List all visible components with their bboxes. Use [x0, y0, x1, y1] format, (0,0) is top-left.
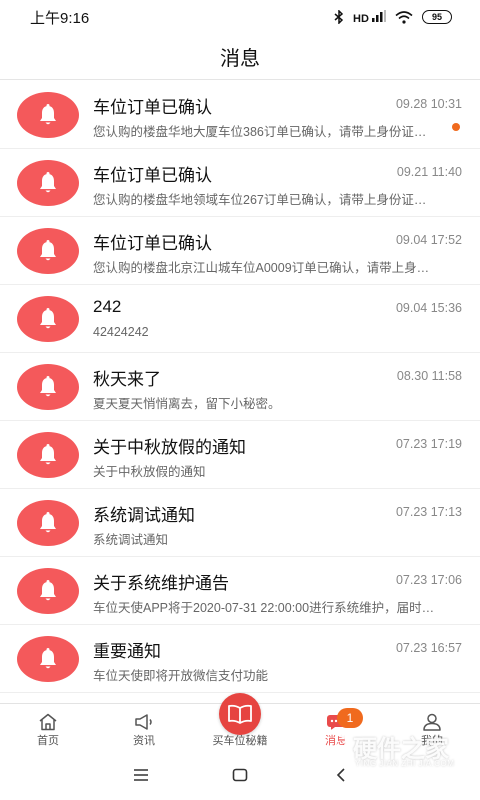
- bell-icon: [17, 432, 79, 478]
- tab-me[interactable]: 我的: [384, 704, 480, 756]
- message-preview: 关于中秋放假的通知: [93, 465, 206, 479]
- bell-icon: [17, 228, 79, 274]
- bell-icon: [17, 364, 79, 410]
- wifi-icon: [395, 10, 413, 24]
- tab-home-label: 首页: [37, 735, 59, 747]
- message-title: 系统调试通知: [93, 506, 195, 525]
- message-item[interactable]: 重要通知 07.23 16:57 车位天使即将开放微信支付功能: [0, 625, 480, 693]
- tab-news[interactable]: 资讯: [96, 704, 192, 756]
- tab-messages[interactable]: 消息: [288, 704, 384, 756]
- message-item[interactable]: 关于中秋放假的通知 07.23 17:19 关于中秋放假的通知: [0, 421, 480, 489]
- message-time: 09.21 11:40: [396, 165, 462, 179]
- unread-dot: [452, 123, 460, 131]
- message-preview: 系统调试通知: [93, 533, 169, 547]
- bell-icon: [17, 500, 79, 546]
- message-time: 08.30 11:58: [396, 369, 462, 383]
- message-preview: 您认购的楼盘北京江山城车位A0009订单已确认，请带上身份证前往售楼处: [93, 261, 438, 275]
- tab-home[interactable]: 首页: [0, 704, 96, 756]
- tab-messages-label: 消息: [325, 735, 347, 747]
- message-list[interactable]: 车位订单已确认 09.28 10:31 您认购的楼盘华地大厦车位386订单已确认…: [0, 81, 480, 703]
- message-preview: 您认购的楼盘华地大厦车位386订单已确认，请带上身份证前往售楼处办理: [93, 125, 438, 139]
- back-icon[interactable]: [336, 768, 346, 782]
- bell-icon: [17, 160, 79, 206]
- network-label: HD: [353, 12, 369, 25]
- message-time: 09.28 10:31: [395, 97, 462, 111]
- user-icon: [423, 713, 441, 731]
- message-item[interactable]: 车位订单已确认 09.21 11:40 您认购的楼盘华地领域车位267订单已确认…: [0, 149, 480, 217]
- message-time: 07.23 17:13: [395, 505, 462, 519]
- message-item[interactable]: 车位订单已确认 09.04 17:52 您认购的楼盘北京江山城车位A0009订单…: [0, 217, 480, 285]
- status-icons: HD 95: [334, 9, 452, 25]
- message-preview: 车位天使APP将于2020-07-31 22:00:00进行系统维护，届时将暂停…: [93, 601, 438, 615]
- home-nav-icon[interactable]: [232, 768, 248, 782]
- message-time: 07.23 17:19: [395, 437, 462, 451]
- bell-icon: [17, 568, 79, 614]
- message-time: 07.23 16:57: [395, 641, 462, 655]
- guide-book-button[interactable]: [219, 693, 261, 735]
- menu-icon[interactable]: [133, 768, 149, 782]
- home-icon: [39, 713, 57, 731]
- status-time: 上午9:16: [30, 9, 90, 27]
- signal-icon: HD: [353, 9, 386, 25]
- message-time: 09.04 15:36: [395, 301, 462, 315]
- message-time: 09.04 17:52: [395, 233, 462, 247]
- status-bar: 上午9:16 HD 95: [0, 0, 480, 34]
- message-title: 秋天来了: [93, 370, 161, 389]
- message-item[interactable]: 242 09.04 15:36 42424242: [0, 285, 480, 353]
- message-item[interactable]: 秋天来了 08.30 11:58 夏天夏天悄悄离去，留下小秘密。: [0, 353, 480, 421]
- book-icon: [228, 704, 252, 724]
- messages-badge: 1: [337, 708, 363, 728]
- battery-icon: 95: [422, 10, 452, 24]
- message-title: 关于中秋放假的通知: [93, 438, 246, 457]
- tab-me-label: 我的: [421, 735, 443, 747]
- message-title: 重要通知: [93, 642, 161, 661]
- page-header: 消息: [0, 34, 480, 80]
- bell-icon: [17, 92, 79, 138]
- message-preview: 42424242: [93, 325, 149, 339]
- battery-level: 95: [431, 12, 442, 22]
- page-title: 消息: [220, 48, 260, 70]
- megaphone-icon: [135, 714, 152, 730]
- system-nav-bar: [0, 755, 480, 800]
- tab-news-label: 资讯: [133, 735, 155, 747]
- message-time: 07.23 17:06: [395, 573, 462, 587]
- bluetooth-icon: [334, 10, 344, 24]
- message-preview: 您认购的楼盘华地领域车位267订单已确认，请带上身份证前往售楼处办理: [93, 193, 438, 207]
- message-title: 车位订单已确认: [93, 98, 212, 117]
- bell-icon: [17, 296, 79, 342]
- message-title: 关于系统维护通告: [93, 574, 229, 593]
- message-item[interactable]: 关于系统维护通告 07.23 17:06 车位天使APP将于2020-07-31…: [0, 557, 480, 625]
- message-preview: 夏天夏天悄悄离去，留下小秘密。: [93, 397, 281, 411]
- message-title: 242: [93, 297, 122, 316]
- message-item[interactable]: 车位订单已确认 09.28 10:31 您认购的楼盘华地大厦车位386订单已确认…: [0, 81, 480, 149]
- bell-icon: [17, 636, 79, 682]
- message-title: 车位订单已确认: [93, 234, 212, 253]
- message-preview: 车位天使即将开放微信支付功能: [93, 669, 269, 683]
- message-title: 车位订单已确认: [93, 166, 212, 185]
- message-item[interactable]: 系统调试通知 07.23 17:13 系统调试通知: [0, 489, 480, 557]
